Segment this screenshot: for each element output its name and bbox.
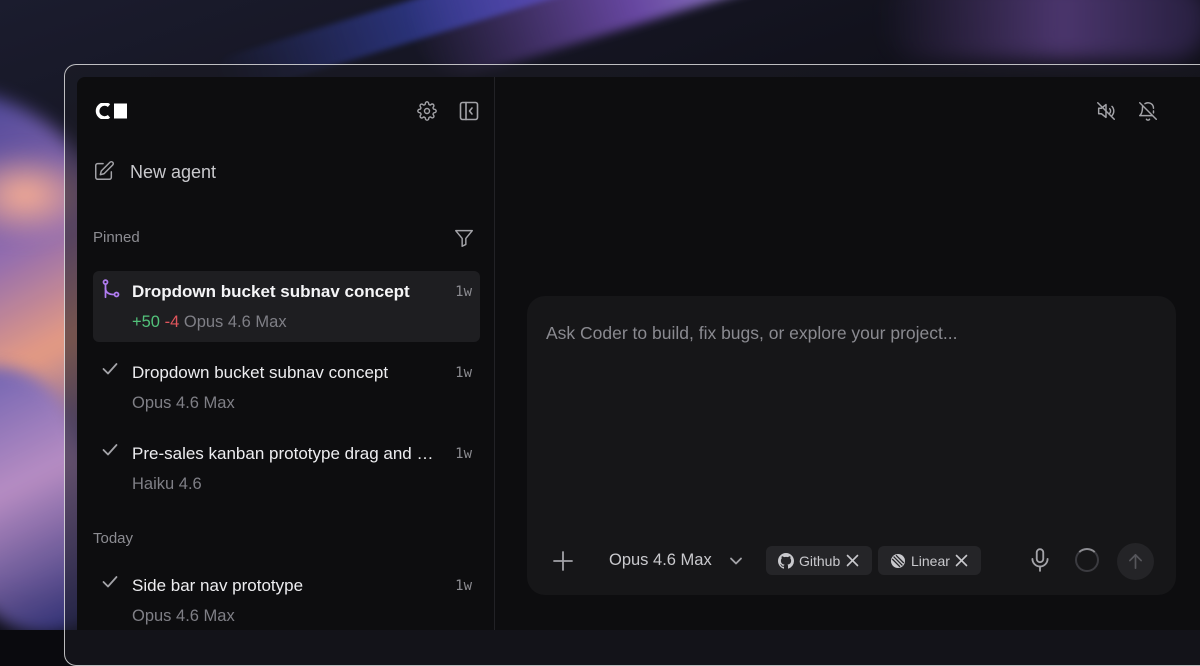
agent-item-model: Opus 4.6 Max <box>132 607 235 625</box>
agent-item-time: 1w <box>455 446 472 462</box>
today-section-label: Today <box>93 530 134 547</box>
microphone-icon[interactable] <box>1027 546 1055 576</box>
close-icon[interactable] <box>955 554 968 567</box>
agent-item-side-bar-nav[interactable]: Side bar nav prototype 1w Opus 4.6 Max <box>93 565 480 630</box>
new-agent-label: New agent <box>130 162 217 182</box>
agent-item-title: Side bar nav prototype <box>132 576 304 595</box>
app-window: New agent Pinned Dropdown bucket subnav … <box>77 77 1200 630</box>
model-select-label: Opus 4.6 Max <box>609 551 712 569</box>
pinned-section-label: Pinned <box>93 229 140 246</box>
agent-item-time: 1w <box>455 365 472 381</box>
check-icon <box>102 443 118 457</box>
prompt-input[interactable] <box>546 313 1146 353</box>
bell-off-icon[interactable] <box>1137 100 1159 122</box>
new-agent-button[interactable]: New agent <box>93 159 273 185</box>
sidebar: New agent Pinned Dropdown bucket subnav … <box>77 77 495 630</box>
main-panel: Opus 4.6 Max Github <box>495 77 1200 630</box>
pencil-square-icon <box>93 160 115 182</box>
prompt-composer: Opus 4.6 Max Github <box>527 296 1176 595</box>
send-button[interactable] <box>1117 543 1154 580</box>
volume-off-icon[interactable] <box>1095 100 1117 122</box>
plus-icon[interactable] <box>548 546 578 576</box>
check-icon <box>102 575 118 589</box>
agent-item-title: Pre-sales kanban prototype drag and drop <box>132 444 434 463</box>
spinner-icon <box>1075 548 1099 572</box>
agent-item-dropdown-bucket-active[interactable]: Dropdown bucket subnav concept 1w +50 -4… <box>93 271 480 342</box>
agent-item-title: Dropdown bucket subnav concept <box>132 363 389 382</box>
integration-chip-github[interactable]: Github <box>766 546 872 575</box>
agent-item-model: Opus 4.6 Max <box>183 313 287 331</box>
git-branch-icon <box>100 278 122 300</box>
agent-item-presales-kanban[interactable]: Pre-sales kanban prototype drag and drop… <box>93 433 480 504</box>
agent-item-dropdown-bucket[interactable]: Dropdown bucket subnav concept 1w Opus 4… <box>93 352 480 423</box>
coder-logo-icon[interactable] <box>94 102 128 120</box>
lines-removed: -4 <box>164 313 180 331</box>
arrow-up-icon <box>1127 553 1144 570</box>
gear-icon[interactable] <box>417 101 437 121</box>
agent-item-title: Dropdown bucket subnav concept <box>132 282 410 301</box>
agent-item-meta: +50 -4 Opus 4.6 Max <box>132 313 287 332</box>
wallpaper-light-streak <box>880 0 1200 60</box>
integration-chip-label: Github <box>799 553 841 569</box>
chevron-down-icon <box>727 552 745 570</box>
sidebar-collapse-icon[interactable] <box>459 101 479 121</box>
funnel-icon[interactable] <box>453 227 475 249</box>
integration-chip-label: Linear <box>911 553 950 569</box>
linear-icon <box>890 553 906 569</box>
agent-item-time: 1w <box>455 284 472 300</box>
github-icon <box>778 553 794 569</box>
agent-item-model: Opus 4.6 Max <box>132 394 235 412</box>
integration-chip-linear[interactable]: Linear <box>878 546 981 575</box>
agent-item-time: 1w <box>455 578 472 594</box>
model-select[interactable]: Opus 4.6 Max <box>602 546 752 576</box>
agent-item-model: Haiku 4.6 <box>132 475 202 493</box>
check-icon <box>102 362 118 376</box>
lines-added: +50 <box>132 313 160 331</box>
close-icon[interactable] <box>846 554 859 567</box>
